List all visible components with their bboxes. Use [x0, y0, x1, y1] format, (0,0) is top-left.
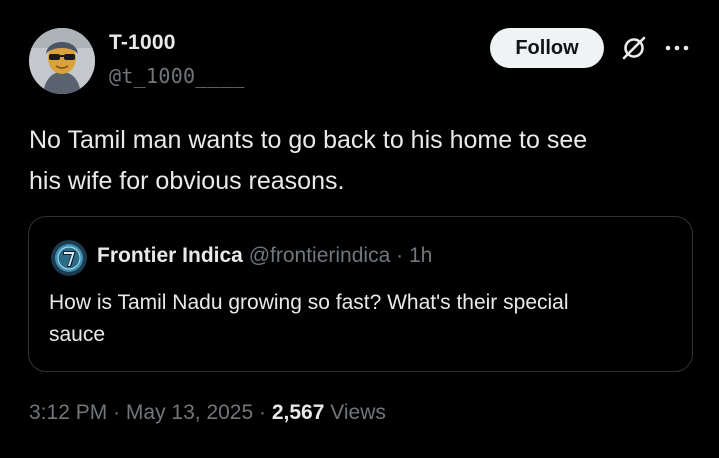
author-handle[interactable]: @t_1000____: [109, 64, 245, 88]
tweet-text-line: his wife for obvious reasons.: [29, 167, 345, 195]
views-label: Views: [330, 401, 386, 424]
tweet-card: T-1000 @t_1000____ Follow No Tamil man w…: [0, 0, 719, 458]
frontier-indica-logo-icon: [51, 240, 87, 276]
tweet-text: No Tamil man wants to go back to his hom…: [29, 120, 689, 202]
grok-icon-glyph: [622, 36, 646, 60]
quote-timestamp[interactable]: 1h: [409, 244, 432, 267]
avatar-image: [29, 28, 95, 94]
quote-separator: ·: [396, 244, 404, 267]
tweet-date[interactable]: May 13, 2025: [126, 401, 253, 424]
quote-author-avatar[interactable]: [51, 240, 87, 276]
author-display-name[interactable]: T-1000: [109, 31, 176, 55]
tweet-time[interactable]: 3:12 PM: [29, 401, 107, 424]
tweet-meta: 3:12 PM · May 13, 2025 · 2,567 Views: [29, 401, 386, 425]
tweet-text-line: No Tamil man wants to go back to his hom…: [29, 126, 588, 154]
more-icon[interactable]: [663, 34, 691, 62]
quote-header: Frontier Indica @frontierindica · 1h: [97, 244, 432, 268]
follow-button[interactable]: Follow: [490, 28, 604, 68]
meta-separator: ·: [113, 401, 121, 424]
quote-text: How is Tamil Nadu growing so fast? What'…: [49, 287, 679, 351]
author-avatar[interactable]: [29, 28, 95, 94]
more-icon-glyph: [665, 45, 689, 51]
grok-icon[interactable]: [620, 34, 648, 62]
quote-text-line: How is Tamil Nadu growing so fast? What'…: [49, 291, 569, 314]
quote-display-name[interactable]: Frontier Indica: [97, 244, 243, 267]
quote-text-line: sauce: [49, 323, 106, 346]
quote-handle[interactable]: @frontierindica: [249, 244, 391, 267]
views-count: 2,567: [271, 401, 325, 424]
meta-separator: ·: [259, 401, 267, 424]
quoted-tweet[interactable]: Frontier Indica @frontierindica · 1h How…: [28, 216, 693, 372]
